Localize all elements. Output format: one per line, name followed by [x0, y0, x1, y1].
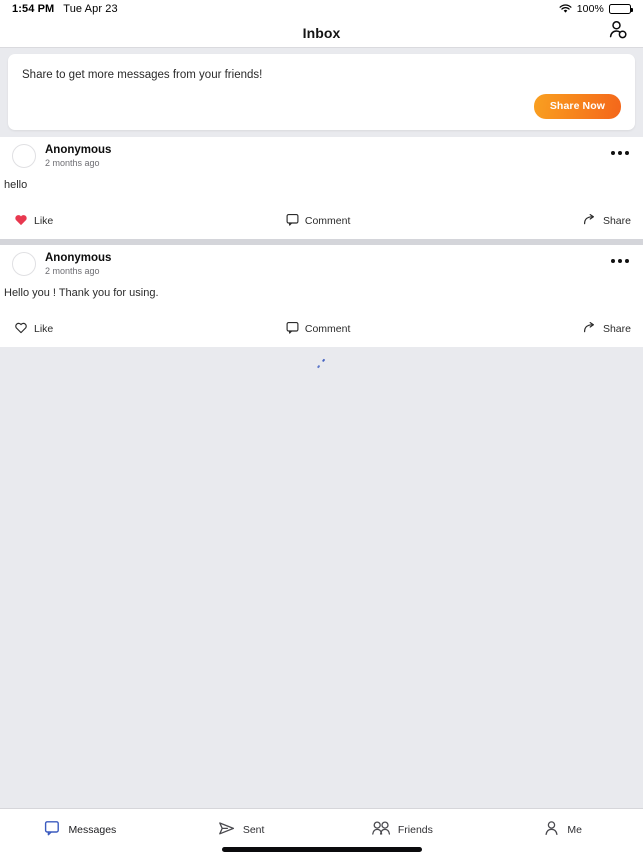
- status-bar: 1:54 PM Tue Apr 23 100%: [0, 0, 643, 18]
- share-banner-wrap: Share to get more messages from your fri…: [0, 48, 643, 137]
- nav-bar: Inbox: [0, 18, 643, 48]
- like-label: Like: [34, 214, 54, 227]
- share-now-button[interactable]: Share Now: [533, 93, 621, 119]
- share-arrow-icon: [583, 321, 597, 337]
- paper-plane-icon: [218, 820, 236, 840]
- post-card: Anonymous 2 months ago hello Like Commen…: [0, 136, 643, 239]
- post-timestamp: 2 months ago: [45, 158, 100, 169]
- tab-sent[interactable]: Sent: [161, 817, 322, 843]
- loading-row: [0, 346, 643, 381]
- tab-bar: Messages Sent Friends Me: [0, 808, 643, 858]
- feed-empty-space: [0, 380, 643, 808]
- two-people-icon: [371, 820, 391, 840]
- share-banner: Share to get more messages from your fri…: [8, 54, 635, 130]
- post-card: Anonymous 2 months ago Hello you ! Thank…: [0, 244, 643, 347]
- add-person-button[interactable]: [605, 20, 631, 46]
- more-dot-icon: [625, 258, 629, 263]
- post-header: Anonymous 2 months ago: [0, 245, 643, 277]
- share-button[interactable]: Share: [583, 321, 631, 337]
- like-button[interactable]: Like: [14, 321, 53, 337]
- avatar: [12, 144, 36, 169]
- comment-label: Comment: [304, 322, 351, 335]
- status-time: 1:54 PM: [12, 3, 55, 15]
- post-more-button[interactable]: [607, 147, 633, 159]
- post-timestamp: 2 months ago: [45, 266, 100, 277]
- tab-friends-label: Friends: [397, 824, 433, 836]
- post-meta: Anonymous 2 months ago: [45, 144, 111, 169]
- comment-label: Comment: [304, 214, 351, 227]
- add-person-icon: [607, 19, 629, 46]
- battery-percent: 100%: [576, 3, 604, 15]
- more-dot-icon: [618, 150, 622, 155]
- heart-outline-icon: [14, 321, 28, 337]
- tab-sent-label: Sent: [242, 824, 265, 836]
- loading-spinner-icon: [316, 358, 327, 369]
- share-button[interactable]: Share: [583, 213, 631, 229]
- status-bar-right: 100%: [559, 3, 633, 15]
- post-author: Anonymous: [45, 252, 112, 264]
- page-title: Inbox: [302, 24, 341, 41]
- heart-filled-icon: [14, 213, 28, 229]
- tab-friends[interactable]: Friends: [322, 817, 483, 843]
- post-meta: Anonymous 2 months ago: [45, 252, 111, 277]
- more-dot-icon: [618, 258, 622, 263]
- battery-full-icon: [609, 4, 633, 14]
- share-banner-button-row: Share Now: [22, 93, 621, 119]
- more-dot-icon: [625, 150, 629, 155]
- comment-bubble-icon: [286, 321, 299, 337]
- post-body: hello: [4, 178, 28, 191]
- post-body: Hello you ! Thank you for using.: [4, 286, 159, 299]
- post-header: Anonymous 2 months ago: [0, 137, 643, 169]
- tab-me-label: Me: [567, 824, 582, 836]
- person-icon: [543, 820, 560, 840]
- status-date: Tue Apr 23: [63, 3, 118, 15]
- share-label: Share: [602, 214, 631, 227]
- post-author: Anonymous: [45, 144, 112, 157]
- home-indicator: [221, 847, 422, 852]
- more-dot-icon: [611, 258, 615, 263]
- comment-button[interactable]: Comment: [286, 213, 351, 229]
- status-bar-left: 1:54 PM Tue Apr 23: [12, 3, 118, 15]
- like-label: Like: [34, 322, 54, 335]
- wifi-icon: [559, 4, 572, 14]
- like-button[interactable]: Like: [14, 213, 53, 229]
- messages-bubble-icon: [44, 820, 61, 840]
- avatar: [12, 252, 36, 277]
- tab-messages[interactable]: Messages: [0, 817, 161, 843]
- post-more-button[interactable]: [607, 255, 633, 267]
- post-actions: Like Comment Share: [0, 307, 643, 347]
- tab-messages-label: Messages: [68, 824, 117, 836]
- share-banner-text: Share to get more messages from your fri…: [22, 69, 263, 81]
- share-arrow-icon: [583, 213, 597, 229]
- app-screen: 1:54 PM Tue Apr 23 100% Inbox Share to g…: [0, 0, 643, 858]
- comment-button[interactable]: Comment: [286, 321, 351, 337]
- post-actions: Like Comment Share: [0, 199, 643, 239]
- share-label: Share: [602, 322, 631, 335]
- tab-me[interactable]: Me: [482, 817, 643, 843]
- comment-bubble-icon: [286, 213, 299, 229]
- more-dot-icon: [611, 150, 615, 155]
- message-feed[interactable]: Share to get more messages from your fri…: [0, 48, 643, 808]
